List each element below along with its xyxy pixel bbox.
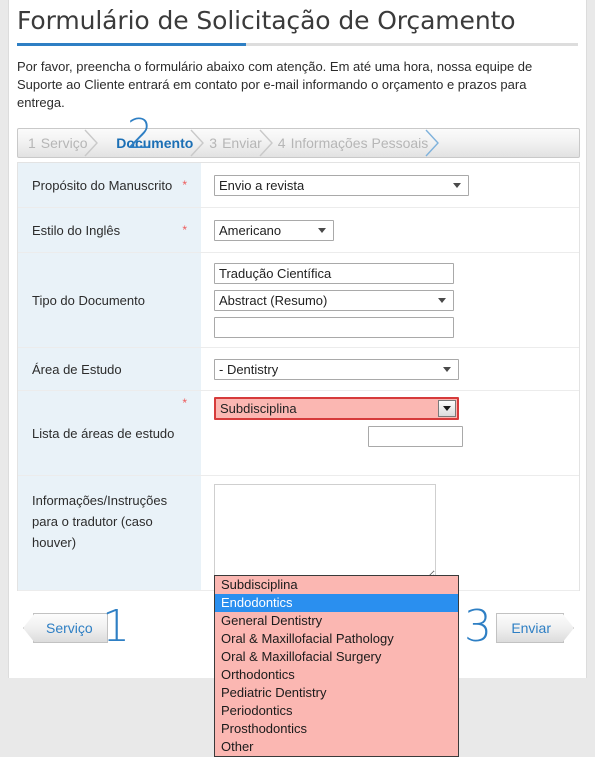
step-item-enviar[interactable]: 3 Enviar bbox=[199, 129, 273, 157]
required-marker: * bbox=[182, 396, 187, 410]
label-tipo-do-documento: Tipo do Documento bbox=[32, 292, 145, 308]
chevron-down-icon bbox=[453, 182, 461, 188]
form-label-cell: Tipo do Documento bbox=[18, 253, 201, 347]
select-proposito-do-manuscrito[interactable]: Envio a revista bbox=[214, 174, 469, 196]
step-label-1: Serviço bbox=[40, 135, 88, 151]
input-tipo-documento-nome[interactable] bbox=[214, 262, 454, 284]
select-area-de-estudo[interactable]: - Dentistry bbox=[214, 358, 459, 380]
form-row-informacoes-tradutor: Informações/Instruções para o tradutor (… bbox=[18, 476, 579, 591]
form-field-cell: Americano bbox=[201, 208, 579, 252]
form-field-cell bbox=[201, 476, 579, 590]
dropdown-option-selected[interactable]: Endodontics bbox=[215, 594, 458, 612]
form-row-lista-areas: Lista de áreas de estudo * Subdisciplina bbox=[18, 391, 579, 476]
quote-form-table: Propósito do Manuscrito * Envio a revist… bbox=[17, 162, 580, 757]
step-label-2: Documento bbox=[116, 135, 194, 151]
step-breadcrumb: 1 Serviço 2 Documento 3 Enviar bbox=[17, 114, 580, 158]
dropdown-option[interactable]: Oral & Maxillofacial Surgery bbox=[215, 648, 458, 666]
dropdown-option[interactable]: Oral & Maxillofacial Pathology bbox=[215, 630, 458, 648]
form-label-cell: Informações/Instruções para o tradutor (… bbox=[18, 476, 201, 590]
form-page: Formulário de Solicitação de Orçamento P… bbox=[8, 0, 587, 757]
step-number-4: 4 bbox=[277, 135, 286, 151]
chevron-down-icon bbox=[438, 297, 446, 303]
form-field-cell: Subdisciplina bbox=[201, 391, 579, 475]
select-value: Americano bbox=[219, 222, 282, 238]
form-row-proposito: Propósito do Manuscrito * Envio a revist… bbox=[18, 163, 579, 208]
dropdown-option[interactable]: Prosthodontics bbox=[215, 720, 458, 738]
select-value: Subdisciplina bbox=[220, 401, 297, 416]
step-list: 1 Serviço 2 Documento 3 Enviar bbox=[17, 128, 580, 158]
chevron-down-icon[interactable] bbox=[438, 400, 456, 417]
textarea-informacoes-tradutor[interactable] bbox=[214, 484, 436, 580]
dropdown-option[interactable]: Orthodontics bbox=[215, 666, 458, 684]
form-label-cell: Estilo do Inglês * bbox=[18, 208, 201, 252]
next-step-label: Enviar bbox=[511, 620, 551, 636]
intro-text: Por favor, preencha o formulário abaixo … bbox=[17, 59, 533, 110]
form-field-cell: - Dentistry bbox=[201, 348, 579, 390]
dropdown-option[interactable]: Other bbox=[215, 738, 458, 756]
required-marker: * bbox=[182, 223, 187, 237]
select-value: Envio a revista bbox=[219, 177, 305, 193]
form-label-cell: Propósito do Manuscrito * bbox=[18, 163, 201, 207]
form-row-estilo-ingles: Estilo do Inglês * Americano bbox=[18, 208, 579, 253]
form-field-cell: Envio a revista bbox=[201, 163, 579, 207]
select-estilo-do-ingles[interactable]: Americano bbox=[214, 219, 334, 241]
form-row-tipo-documento: Tipo do Documento Abstract (Resumo) bbox=[18, 253, 579, 348]
form-field-cell: Abstract (Resumo) bbox=[201, 253, 579, 347]
page-title: Formulário de Solicitação de Orçamento bbox=[17, 6, 516, 35]
label-estilo-do-ingles: Estilo do Inglês bbox=[32, 222, 121, 238]
step-number-3: 3 bbox=[209, 135, 218, 151]
next-step-button[interactable]: Enviar bbox=[496, 613, 564, 643]
dropdown-subdisciplina-options[interactable]: Subdisciplina Endodontics General Dentis… bbox=[214, 575, 459, 757]
previous-step-button[interactable]: Serviço bbox=[33, 613, 108, 643]
step-item-informacoes-pessoais[interactable]: 4 Informações Pessoais bbox=[268, 129, 440, 157]
select-subdisciplina[interactable]: Subdisciplina bbox=[214, 397, 459, 420]
dropdown-option[interactable]: Periodontics bbox=[215, 702, 458, 720]
title-underline bbox=[17, 43, 578, 46]
select-value: - Dentistry bbox=[219, 361, 279, 377]
dropdown-option[interactable]: Pediatric Dentistry bbox=[215, 684, 458, 702]
select-tipo-documento[interactable]: Abstract (Resumo) bbox=[214, 289, 454, 311]
form-label-cell: Área de Estudo bbox=[18, 348, 201, 390]
chevron-down-icon bbox=[443, 366, 451, 372]
step-item-documento[interactable]: 2 Documento bbox=[93, 129, 205, 157]
step-label-4: Informações Pessoais bbox=[290, 135, 429, 151]
form-row-area-estudo: Área de Estudo - Dentistry bbox=[18, 348, 579, 391]
label-lista-de-areas-de-estudo: Lista de áreas de estudo bbox=[32, 425, 175, 441]
previous-step-label: Serviço bbox=[46, 620, 93, 636]
dropdown-option[interactable]: General Dentistry bbox=[215, 612, 458, 630]
label-informacoes-instrucoes: Informações/Instruções para o tradutor (… bbox=[32, 493, 168, 550]
form-label-cell: Lista de áreas de estudo * bbox=[18, 391, 201, 475]
step-label-3: Enviar bbox=[222, 135, 262, 151]
input-lista-areas-extra[interactable] bbox=[368, 426, 463, 447]
step-item-servico[interactable]: 1 Serviço bbox=[18, 129, 99, 157]
required-marker: * bbox=[182, 178, 187, 192]
step-number-1: 1 bbox=[28, 135, 36, 151]
chevron-down-icon bbox=[318, 227, 326, 233]
input-tipo-documento-extra[interactable] bbox=[214, 316, 454, 338]
label-area-de-estudo: Área de Estudo bbox=[32, 361, 122, 377]
next-step-number: 3 bbox=[464, 601, 492, 652]
select-value: Abstract (Resumo) bbox=[219, 292, 328, 308]
label-proposito-do-manuscrito: Propósito do Manuscrito bbox=[32, 177, 173, 193]
dropdown-option[interactable]: Subdisciplina bbox=[215, 576, 458, 594]
